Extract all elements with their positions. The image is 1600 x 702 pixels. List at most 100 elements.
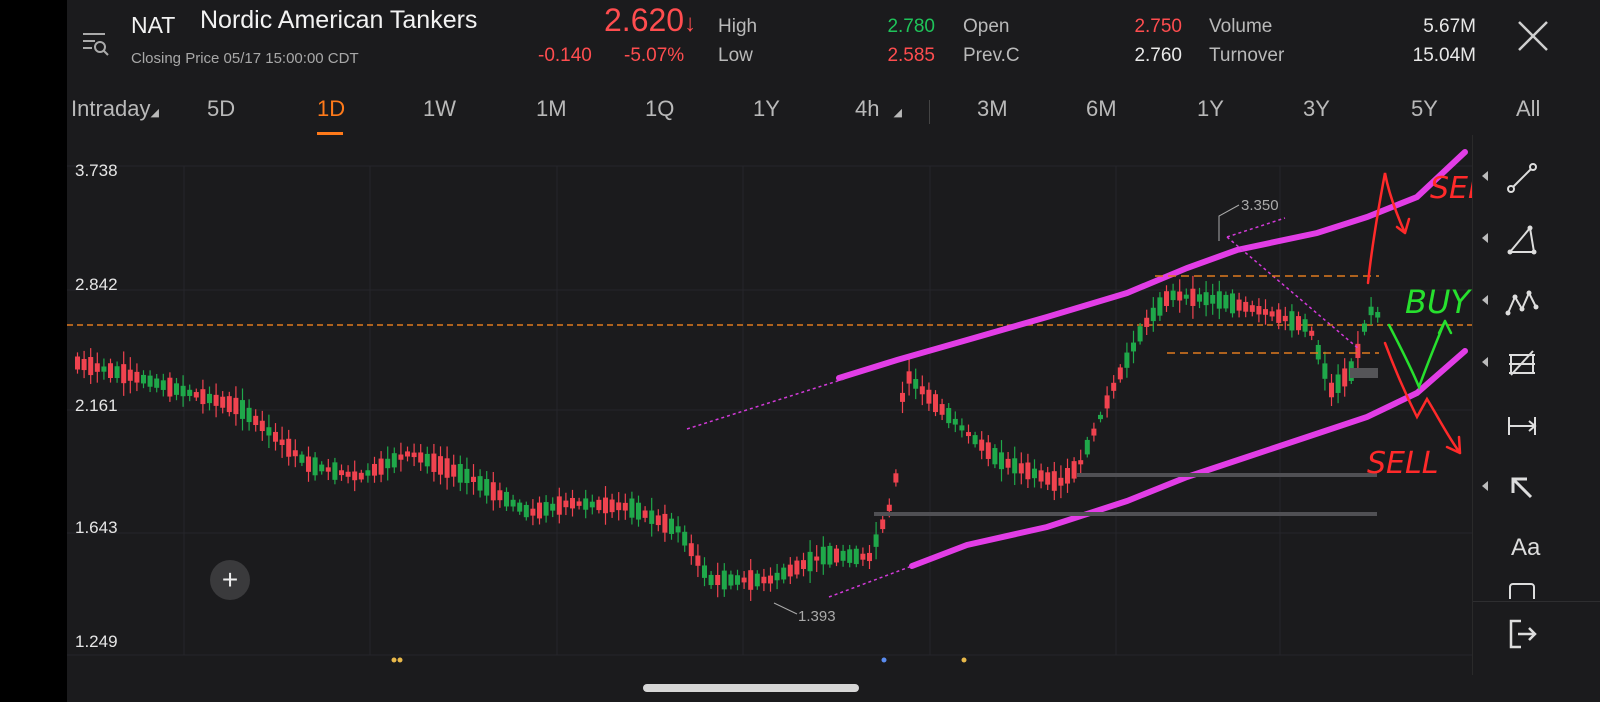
triangle-tool-button[interactable]	[1473, 215, 1600, 265]
candle-body	[999, 452, 1004, 470]
rect-tool-button[interactable]	[1473, 581, 1600, 599]
candle-body	[1362, 323, 1367, 332]
candle-body	[451, 464, 457, 477]
candle-body	[207, 393, 212, 404]
close-icon[interactable]	[1515, 18, 1551, 54]
tab-6m[interactable]: 6M	[1086, 96, 1117, 122]
candle-body	[636, 502, 641, 520]
tab-1d[interactable]: 1D	[317, 96, 345, 122]
expand-triangle-icon	[1482, 481, 1488, 491]
tab-3y[interactable]: 3Y	[1303, 96, 1330, 122]
candle-body	[246, 407, 252, 423]
add-indicator-button[interactable]: +	[210, 560, 250, 600]
candle-body	[497, 490, 503, 501]
candle-body	[385, 458, 391, 469]
candle-body	[801, 560, 806, 569]
candle-body	[1263, 309, 1268, 315]
text-tool-button[interactable]: Aa	[1473, 523, 1600, 573]
tab-5d[interactable]: 5D	[207, 96, 235, 122]
pattern-tool-button[interactable]	[1473, 277, 1600, 327]
candle-body	[180, 385, 186, 397]
candle-body	[167, 377, 173, 397]
candle-body	[537, 502, 542, 519]
event-dot	[881, 657, 887, 663]
app: NAT Nordic American Tankers Closing Pric…	[67, 0, 1600, 702]
candle-body	[741, 577, 747, 583]
tab-4h[interactable]: 4h ◢	[855, 96, 902, 122]
tab-all[interactable]: All	[1516, 96, 1540, 122]
arrow-tool-button[interactable]	[1473, 463, 1600, 513]
tab-1w[interactable]: 1W	[423, 96, 456, 122]
candlestick-chart[interactable]: 3.738 2.842 2.161 1.643 1.249 3.350 1.393 SE…	[67, 135, 1472, 675]
high-value: 2.780	[887, 16, 935, 37]
candle-body	[438, 456, 443, 475]
candle-body	[603, 497, 608, 514]
candle-body	[867, 552, 872, 562]
candle-body	[1203, 292, 1209, 306]
candle-body	[807, 551, 813, 572]
tab-5y[interactable]: 5Y	[1411, 96, 1438, 122]
candle-body	[504, 491, 509, 507]
line-tool-button[interactable]	[1473, 153, 1600, 203]
candle-body	[160, 380, 166, 390]
fib-tool-button[interactable]	[1473, 339, 1600, 389]
high-annotation: 3.350	[1241, 197, 1279, 214]
candle-body	[81, 358, 87, 371]
candle-body	[220, 396, 226, 408]
candle-body	[682, 531, 688, 546]
candle-body	[1025, 462, 1031, 480]
tab-3m[interactable]: 3M	[977, 96, 1008, 122]
candle-body	[1256, 306, 1262, 315]
dropdown-triangle-icon: ◢	[150, 107, 159, 119]
sell-bottom-label: SELL	[1367, 446, 1438, 481]
event-dots	[391, 657, 967, 663]
candle-body	[774, 572, 780, 581]
prevc-value: 2.760	[1134, 45, 1182, 66]
candle-body	[860, 553, 866, 560]
candle-body	[147, 375, 153, 387]
candle-body	[1183, 294, 1189, 299]
candle-body	[662, 513, 668, 533]
candle-body	[1137, 326, 1143, 342]
tab-intraday[interactable]: Intraday◢	[71, 96, 159, 122]
tab-1m[interactable]: 1M	[536, 96, 567, 122]
trend-dotted-down	[1226, 236, 1360, 350]
y-tick-label: 3.738	[75, 161, 118, 180]
candle-body	[1058, 477, 1064, 486]
candle-body	[1296, 316, 1301, 331]
sell-top-label: SELL	[1430, 171, 1472, 206]
volume-label: Volume	[1209, 16, 1273, 37]
home-indicator[interactable]	[643, 684, 859, 692]
candle-body	[675, 526, 681, 533]
prevc-label: Prev.C	[963, 45, 1020, 66]
candle-body	[279, 439, 285, 446]
candle-body	[1164, 291, 1169, 306]
tab-1q[interactable]: 1Q	[645, 96, 674, 122]
candle-body	[649, 510, 655, 524]
candle-body	[405, 451, 410, 457]
candle-body	[1302, 319, 1308, 332]
candle-body	[114, 366, 120, 379]
candle-body	[570, 497, 575, 509]
candle-body	[94, 363, 100, 372]
tab-1y-range[interactable]: 1Y	[1197, 96, 1224, 122]
candle-body	[352, 471, 358, 481]
candle-body	[827, 545, 833, 565]
menu-search-icon[interactable]	[80, 28, 110, 58]
measure-tool-button[interactable]	[1473, 401, 1600, 451]
candle-body	[464, 468, 470, 484]
candle-body	[127, 369, 133, 381]
candle-body	[622, 502, 628, 511]
candle-body	[814, 556, 820, 561]
candle-body	[306, 456, 311, 472]
tab-1y[interactable]: 1Y	[753, 96, 780, 122]
candle-body	[286, 438, 292, 457]
exit-drawing-button[interactable]	[1473, 609, 1600, 659]
candle-body	[873, 534, 879, 547]
candle-body	[431, 453, 437, 472]
candle-body	[233, 397, 239, 415]
candle-body	[576, 501, 582, 506]
gray-marker	[1350, 368, 1378, 378]
candle-body	[1045, 472, 1051, 485]
candle-body	[1111, 382, 1117, 391]
